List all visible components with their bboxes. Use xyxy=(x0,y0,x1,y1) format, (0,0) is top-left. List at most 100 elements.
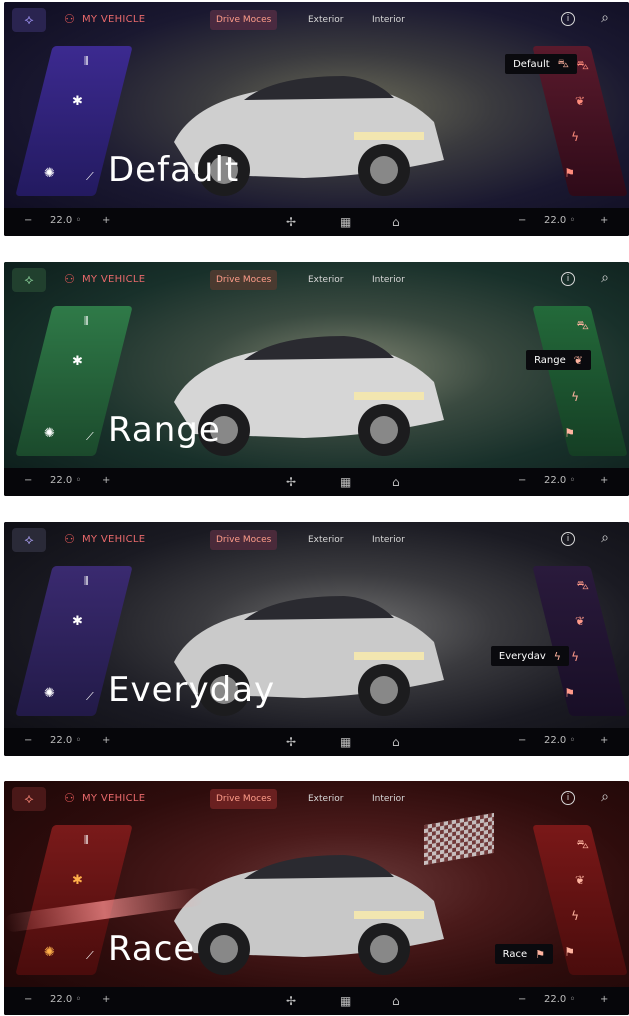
temp-right-decrease-button[interactable]: − xyxy=(518,215,526,226)
tab-drive-modes[interactable]: Drive Moces xyxy=(210,270,278,290)
temp-left-decrease-button[interactable]: − xyxy=(24,475,32,486)
car-icon: ⚇ xyxy=(64,272,75,286)
wiper-icon[interactable]: ⟋ xyxy=(86,690,94,704)
tab-drive-modes[interactable]: Drive Moces xyxy=(210,530,278,550)
home-button[interactable]: ⟡ xyxy=(12,268,46,292)
info-icon[interactable]: i xyxy=(561,12,575,26)
search-icon[interactable]: ⌕ xyxy=(601,270,609,286)
car-mode-icon[interactable]: ⛍ xyxy=(577,837,589,853)
home-button[interactable]: ⟡ xyxy=(12,528,46,552)
temp-left-decrease-button[interactable]: − xyxy=(24,994,32,1005)
grid-icon[interactable]: ▦ xyxy=(340,735,351,749)
snowflake-icon[interactable]: ✱ xyxy=(72,94,83,109)
temp-right-decrease-button[interactable]: − xyxy=(518,994,526,1005)
grid-icon[interactable]: ▦ xyxy=(340,994,351,1008)
grid-icon[interactable]: ▦ xyxy=(340,475,351,489)
info-icon[interactable]: i xyxy=(561,532,575,546)
fan-icon[interactable]: ✢ xyxy=(286,475,296,489)
wiper-icon[interactable]: ⟋ xyxy=(86,170,94,184)
top-bar: ⟡ ⚇ MY VEHICLE Drive Moces Exterior Inte… xyxy=(4,781,629,817)
mode-panel-range: ⟡ ⚇ MY VEHICLE Drive Moces Exterior Inte… xyxy=(4,262,629,496)
snowflake-icon[interactable]: ✱ xyxy=(72,614,83,629)
gear-icon[interactable]: ✺ xyxy=(44,426,55,441)
gear-icon[interactable]: ✺ xyxy=(44,166,55,181)
tab-exterior[interactable]: Exterior xyxy=(302,789,350,809)
chip-label: Everydav xyxy=(498,650,546,662)
car-icon: ⛍ xyxy=(557,56,569,70)
temp-left-decrease-button[interactable]: − xyxy=(24,215,32,226)
car-mode-icon[interactable]: ⛍ xyxy=(577,578,589,594)
gear-icon[interactable]: ✺ xyxy=(44,686,55,701)
temp-left-increase-button[interactable]: + xyxy=(102,215,110,226)
selected-mode-chip[interactable]: Default ⛍ xyxy=(505,54,577,74)
bolt-mode-icon[interactable]: ϟ xyxy=(571,909,579,923)
selected-mode-chip[interactable]: Race ⚑ xyxy=(494,944,553,964)
leaf-mode-icon[interactable]: ❦ xyxy=(575,614,585,628)
lane-icon[interactable]: ⫼ xyxy=(84,835,89,846)
selected-mode-chip[interactable]: Range ❦ xyxy=(526,350,591,370)
flag-mode-icon[interactable]: ⚑ xyxy=(564,166,575,180)
tab-interior[interactable]: Interior xyxy=(366,270,411,290)
bottom-bar: − 22.0 ◦ + ✢ ▦ ⌂ − 22.0 ◦ + xyxy=(4,728,629,756)
temp-left-increase-button[interactable]: + xyxy=(102,475,110,486)
temp-right-increase-button[interactable]: + xyxy=(600,994,608,1005)
lane-icon[interactable]: ⫼ xyxy=(84,576,89,587)
top-bar: ⟡ ⚇ MY VEHICLE Drive Moces Exterior Inte… xyxy=(4,522,629,558)
tab-interior[interactable]: Interior xyxy=(366,789,411,809)
grid-icon[interactable]: ▦ xyxy=(340,215,351,229)
search-icon[interactable]: ⌕ xyxy=(601,789,609,805)
lane-icon[interactable]: ⫼ xyxy=(84,316,89,327)
car-mode-icon[interactable]: ⛍ xyxy=(577,318,589,334)
info-icon[interactable]: i xyxy=(561,272,575,286)
flag-mode-icon[interactable]: ⚑ xyxy=(564,426,575,440)
temp-right-increase-button[interactable]: + xyxy=(600,735,608,746)
home-icon[interactable]: ⌂ xyxy=(392,994,400,1008)
fan-icon[interactable]: ✢ xyxy=(286,215,296,229)
tab-interior[interactable]: Interior xyxy=(366,530,411,550)
fan-icon[interactable]: ✢ xyxy=(286,735,296,749)
chip-label: Range xyxy=(534,354,566,366)
home-button[interactable]: ⟡ xyxy=(12,8,46,32)
home-icon[interactable]: ⌂ xyxy=(392,735,400,749)
home-icon[interactable]: ⌂ xyxy=(392,215,400,229)
snowflake-icon[interactable]: ✱ xyxy=(72,354,83,369)
flag-icon: ⚑ xyxy=(535,947,545,961)
lane-icon[interactable]: ⫼ xyxy=(84,56,89,67)
bolt-mode-icon[interactable]: ϟ xyxy=(571,650,579,664)
leaf-mode-icon[interactable]: ❦ xyxy=(575,873,585,887)
bolt-mode-icon[interactable]: ϟ xyxy=(571,390,579,404)
tab-interior[interactable]: Interior xyxy=(366,10,411,30)
leaf-mode-icon[interactable]: ❦ xyxy=(575,94,585,108)
fan-icon[interactable]: ✢ xyxy=(286,994,296,1008)
temp-right-decrease-button[interactable]: − xyxy=(518,475,526,486)
car-mode-icon[interactable]: ⛍ xyxy=(577,58,589,74)
mode-title: Default xyxy=(108,150,240,190)
bolt-mode-icon[interactable]: ϟ xyxy=(571,130,579,144)
flag-mode-icon[interactable]: ⚑ xyxy=(564,945,575,959)
snowflake-icon[interactable]: ✱ xyxy=(72,873,83,888)
home-icon[interactable]: ⌂ xyxy=(392,475,400,489)
tab-exterior[interactable]: Exterior xyxy=(302,270,350,290)
tab-exterior[interactable]: Exterior xyxy=(302,530,350,550)
temp-left-increase-button[interactable]: + xyxy=(102,735,110,746)
tab-drive-modes[interactable]: Drive Moces xyxy=(210,789,278,809)
tab-exterior[interactable]: Exterior xyxy=(302,10,350,30)
search-icon[interactable]: ⌕ xyxy=(601,530,609,546)
temp-right-increase-button[interactable]: + xyxy=(600,475,608,486)
vehicle-label: MY VEHICLE xyxy=(82,534,146,545)
wiper-icon[interactable]: ⟋ xyxy=(86,949,94,963)
temp-left-decrease-button[interactable]: − xyxy=(24,735,32,746)
search-icon[interactable]: ⌕ xyxy=(601,10,609,26)
gear-icon[interactable]: ✺ xyxy=(44,945,55,960)
wiper-icon[interactable]: ⟋ xyxy=(86,430,94,444)
temp-right-value: 22.0 ◦ xyxy=(544,475,576,486)
tab-drive-modes[interactable]: Drive Moces xyxy=(210,10,278,30)
temp-left-increase-button[interactable]: + xyxy=(102,994,110,1005)
home-button[interactable]: ⟡ xyxy=(12,787,46,811)
selected-mode-chip[interactable]: Everydav ϟ xyxy=(490,646,569,666)
mode-title: Range xyxy=(108,410,221,450)
flag-mode-icon[interactable]: ⚑ xyxy=(564,686,575,700)
info-icon[interactable]: i xyxy=(561,791,575,805)
temp-right-decrease-button[interactable]: − xyxy=(518,735,526,746)
temp-right-increase-button[interactable]: + xyxy=(600,215,608,226)
